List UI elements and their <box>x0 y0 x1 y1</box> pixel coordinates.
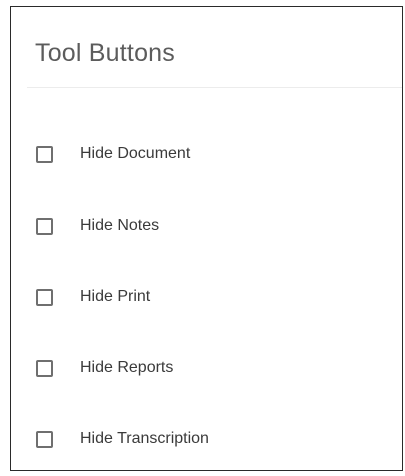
panel-title: Tool Buttons <box>35 39 175 67</box>
option-hide-transcription[interactable]: Hide Transcription <box>36 424 209 454</box>
hide-document-checkbox[interactable] <box>36 145 53 163</box>
option-label: Hide Print <box>80 288 151 305</box>
hide-print-checkbox[interactable] <box>36 288 53 306</box>
title-divider <box>27 87 402 88</box>
hide-notes-checkbox[interactable] <box>36 217 53 235</box>
hide-reports-checkbox[interactable] <box>36 359 53 377</box>
hide-transcription-checkbox[interactable] <box>36 430 53 448</box>
option-label: Hide Transcription <box>80 430 209 447</box>
option-label: Hide Notes <box>80 217 160 234</box>
option-label: Hide Reports <box>80 359 174 376</box>
option-hide-reports[interactable]: Hide Reports <box>36 353 173 383</box>
tool-buttons-panel: Tool Buttons Hide Document Hide Notes Hi… <box>10 6 403 471</box>
option-hide-print[interactable]: Hide Print <box>36 282 150 312</box>
option-label: Hide Document <box>80 145 191 162</box>
option-hide-document[interactable]: Hide Document <box>36 139 190 169</box>
option-hide-notes[interactable]: Hide Notes <box>36 211 159 241</box>
